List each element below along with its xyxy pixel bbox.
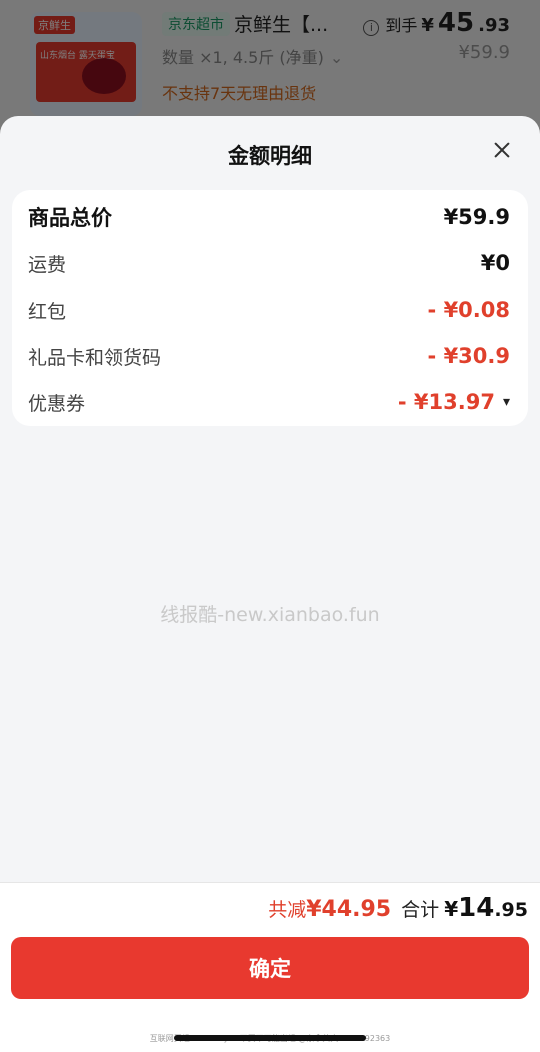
discount-amount: ¥44.95	[306, 897, 392, 922]
total-integer: 14	[458, 893, 495, 923]
row-value: - ¥0.08	[427, 298, 510, 322]
close-icon[interactable]	[490, 138, 514, 162]
row-label: 优惠券	[28, 392, 86, 415]
row-shipping: 运费 ¥0	[28, 248, 510, 278]
chevron-down-icon: ▾	[502, 394, 510, 410]
row-value: - ¥30.9	[427, 344, 510, 368]
row-label: 红包	[28, 300, 67, 323]
row-value: ¥59.9	[443, 205, 510, 229]
sheet-title: 金额明细	[228, 144, 312, 168]
row-value: - ¥13.97	[397, 390, 495, 414]
row-label: 商品总价	[28, 206, 112, 230]
confirm-button[interactable]: 确定	[11, 937, 529, 999]
row-coupon[interactable]: 优惠券 - ¥13.97 ▾	[28, 387, 510, 417]
row-value: ¥0	[480, 251, 510, 275]
discount-label: 共减	[268, 899, 307, 921]
total-yen: ¥	[444, 897, 459, 921]
row-goods-total: 商品总价 ¥59.9	[28, 202, 510, 232]
amount-detail-sheet: 金额明细 商品总价 ¥59.9 运费 ¥0 红包 - ¥0.08 礼品卡和领货码…	[0, 116, 540, 1052]
coupon-expand[interactable]: - ¥13.97 ▾	[398, 390, 510, 414]
watermark: 线报酷-new.xianbao.fun	[160, 604, 380, 626]
footer-bar: 共减¥44.95 合计 ¥14.95 确定 互联网买组 & All buy & …	[0, 882, 540, 1052]
row-gift-card: 礼品卡和领货码 - ¥30.9	[28, 341, 510, 371]
row-label: 运费	[28, 253, 67, 276]
home-indicator[interactable]	[174, 1035, 366, 1041]
amount-card: 商品总价 ¥59.9 运费 ¥0 红包 - ¥0.08 礼品卡和领货码 - ¥3…	[12, 190, 528, 426]
total-label: 合计	[401, 899, 440, 921]
total-discount: 共减¥44.95	[268, 895, 391, 922]
price-summary: 共减¥44.95 合计 ¥14.95	[268, 893, 528, 923]
total-decimal: .95	[494, 899, 528, 921]
row-label: 礼品卡和领货码	[28, 346, 162, 369]
grand-total: 合计 ¥14.95	[401, 893, 528, 923]
row-red-packet: 红包 - ¥0.08	[28, 295, 510, 325]
